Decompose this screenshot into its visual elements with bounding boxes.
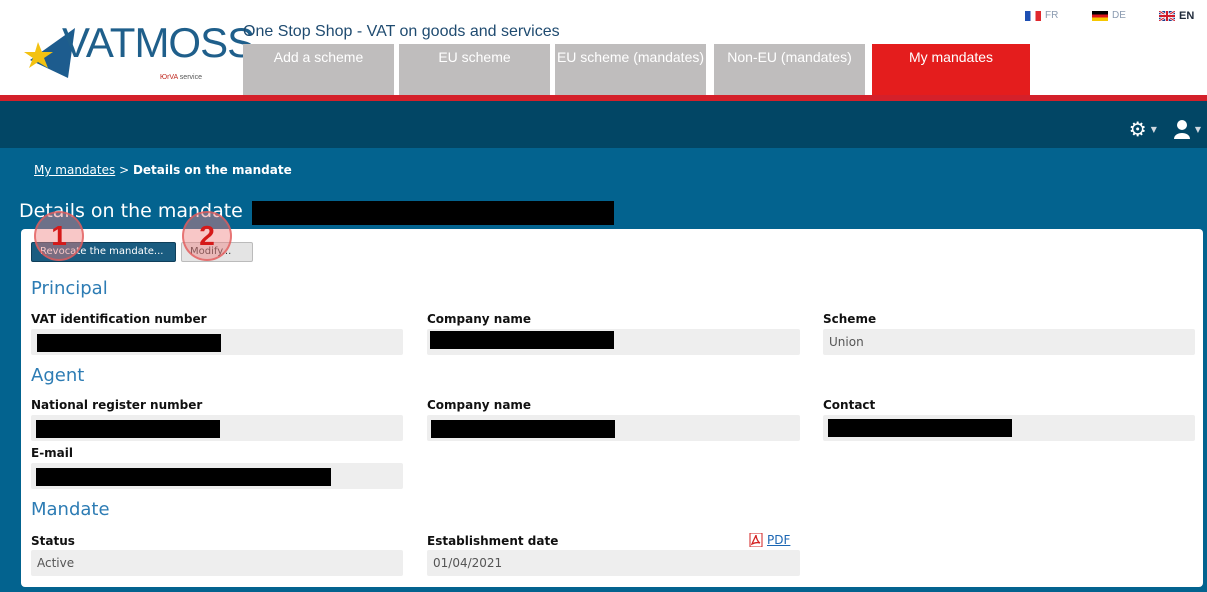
gear-icon: ⚙ (1128, 117, 1147, 141)
redaction (37, 334, 221, 352)
redaction (828, 419, 1012, 437)
redaction (36, 468, 331, 486)
contact-label: Contact (823, 398, 876, 412)
tab-my-mandates[interactable]: My mandates (872, 44, 1030, 95)
callout-marker-2: 2 (182, 211, 232, 261)
breadcrumb-current: Details on the mandate (132, 163, 292, 177)
chevron-down-icon: ▼ (1194, 124, 1201, 134)
section-principal: Principal (31, 278, 108, 299)
redaction (36, 420, 220, 438)
settings-menu[interactable]: ⚙ ▼ (1129, 117, 1157, 141)
language-de[interactable]: DE (1092, 10, 1126, 21)
pdf-label: PDF (767, 533, 791, 547)
callout-marker-1: 1 (34, 211, 84, 261)
section-agent: Agent (31, 365, 85, 386)
language-label: DE (1112, 10, 1126, 21)
user-menu[interactable]: ▼ (1173, 119, 1201, 139)
redaction (431, 420, 615, 438)
establishment-date-label: Establishment date (427, 534, 559, 548)
status-label: Status (31, 534, 75, 548)
pdf-icon (749, 533, 763, 547)
toolbar: ⚙ ▼ ▼ (1129, 117, 1201, 141)
tab-eu-scheme-mandates[interactable]: EU scheme (mandates) (555, 44, 706, 95)
redaction (252, 201, 614, 225)
language-en[interactable]: EN (1159, 10, 1194, 22)
uk-flag-icon (1159, 11, 1175, 21)
email-label: E-mail (31, 446, 74, 460)
france-flag-icon (1025, 10, 1041, 21)
establishment-date-field: 01/04/2021 (427, 550, 800, 576)
national-register-label: National register number (31, 398, 203, 412)
tab-non-eu-mandates[interactable]: Non-EU (mandates) (714, 44, 865, 95)
breadcrumb-separator: > (119, 163, 130, 177)
logo-subtitle: ЮrVA service (160, 74, 202, 81)
app-title: One Stop Shop - VAT on goods and service… (243, 23, 560, 40)
language-label: EN (1179, 10, 1195, 22)
vat-id-label: VAT identification number (31, 312, 207, 326)
breadcrumb-my-mandates[interactable]: My mandates (34, 163, 115, 177)
section-mandate: Mandate (31, 499, 110, 520)
agent-company-label: Company name (427, 398, 532, 412)
principal-company-label: Company name (427, 312, 532, 326)
redaction (430, 331, 614, 349)
logo-text: VATMOSS (62, 19, 255, 66)
pdf-link[interactable]: PDF (749, 533, 790, 547)
top-navbar (0, 101, 1207, 148)
tab-eu-scheme[interactable]: EU scheme (399, 44, 550, 95)
language-fr[interactable]: FR (1025, 10, 1058, 21)
scheme-label: Scheme (823, 312, 877, 326)
user-icon (1173, 120, 1190, 139)
language-label: FR (1045, 10, 1059, 21)
germany-flag-icon (1092, 10, 1108, 21)
status-field: Active (31, 550, 403, 576)
tab-add-scheme[interactable]: Add a scheme (243, 44, 394, 95)
chevron-down-icon: ▼ (1150, 124, 1157, 134)
scheme-field: Union (823, 329, 1195, 355)
breadcrumb: My mandates > Details on the mandate (34, 163, 292, 177)
